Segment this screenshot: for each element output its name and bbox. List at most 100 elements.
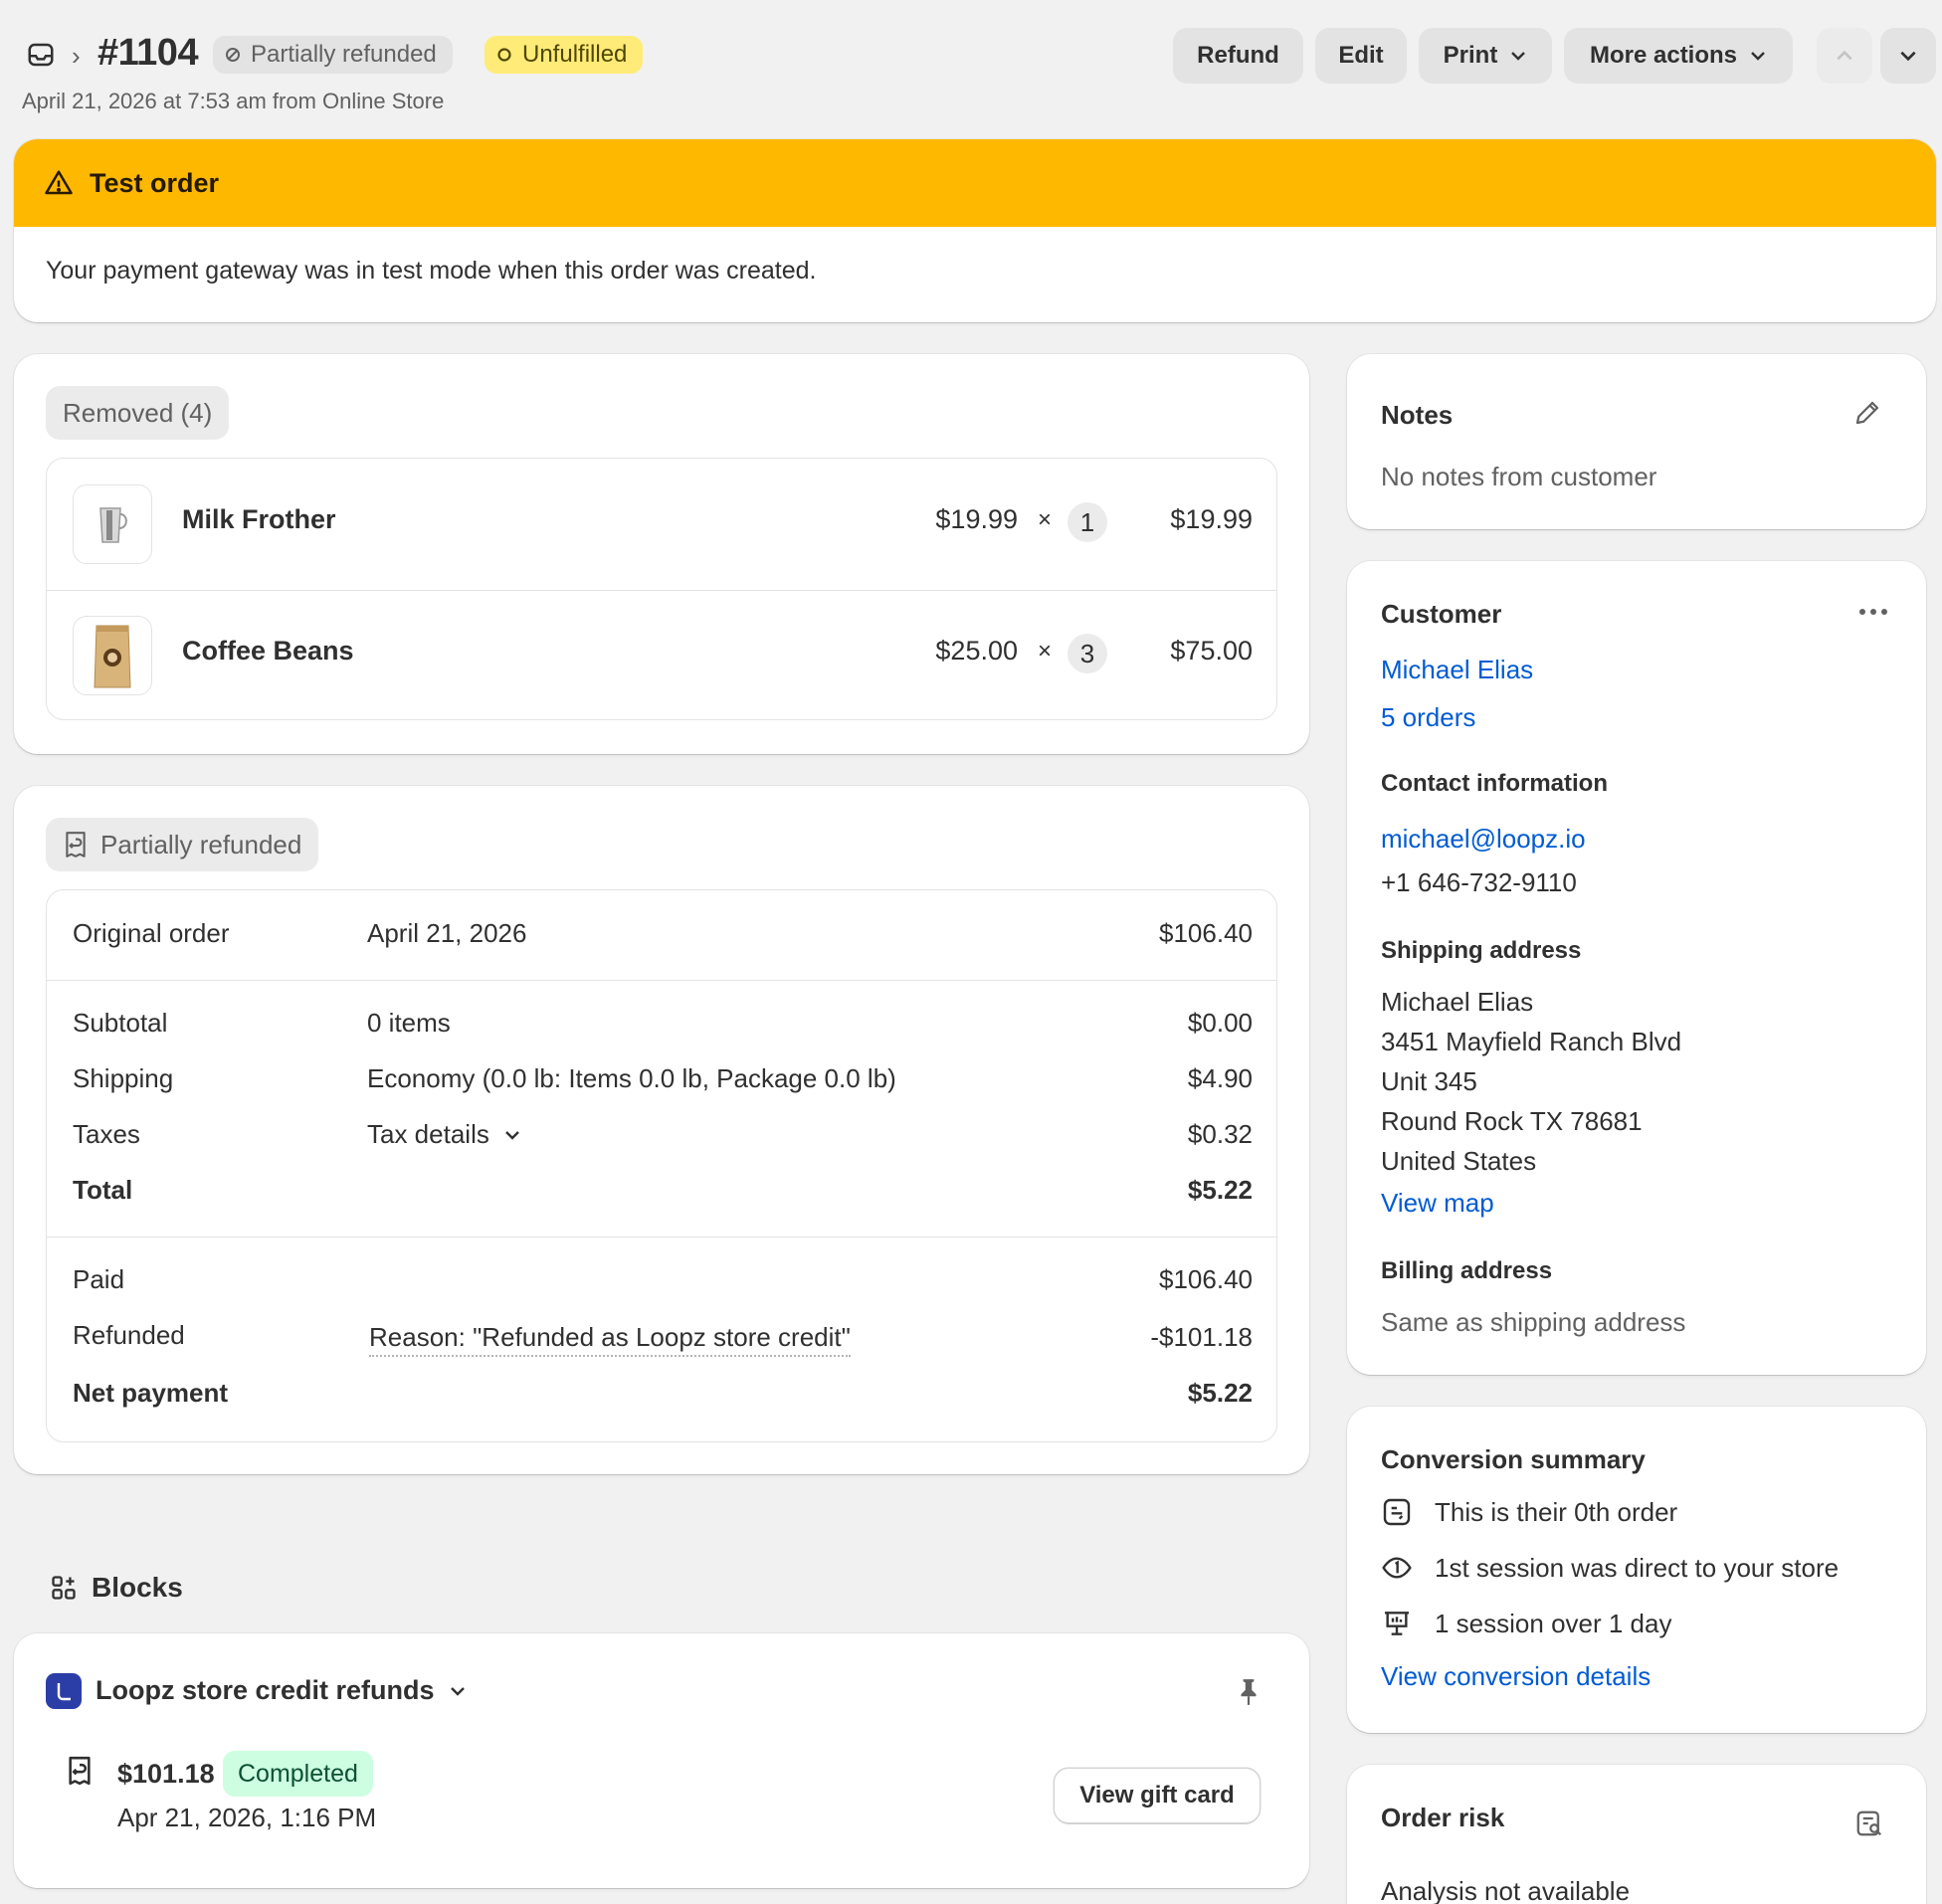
- customer-phone: +1 646-732-9110: [1381, 867, 1577, 897]
- unfulfilled-status-icon: [497, 48, 511, 62]
- row-amount: $5.22: [1187, 1175, 1253, 1205]
- chevron-down-icon: [1900, 51, 1916, 62]
- session-eye-icon: [1382, 1557, 1412, 1579]
- coffee-beans-thumbnail: [73, 616, 152, 695]
- test-order-banner: Test order Your payment gateway was in t…: [14, 139, 1936, 322]
- conversion-row: This is their 0th order: [1381, 1496, 1677, 1528]
- row-label: Refunded: [73, 1320, 185, 1350]
- conversion-text: This is their 0th order: [1435, 1496, 1678, 1527]
- conversion-title: Conversion summary: [1381, 1444, 1646, 1474]
- tax-details-label: Tax details: [367, 1119, 489, 1149]
- payment-table: Original order April 21, 2026 $106.40 Su…: [46, 889, 1277, 1442]
- more-actions-button[interactable]: More actions: [1564, 28, 1793, 84]
- line-item[interactable]: Milk Frother $19.99 × 1 $19.99: [47, 459, 1276, 590]
- blocks-icon: [52, 1576, 76, 1600]
- billing-address-text: Same as shipping address: [1381, 1307, 1686, 1337]
- customer-card: Customer Michael Elias 5 orders Contact …: [1347, 561, 1926, 1375]
- address-line: Round Rock TX 78681: [1381, 1106, 1643, 1136]
- previous-order-button[interactable]: [1817, 28, 1872, 84]
- row-detail: 0 items: [367, 1008, 451, 1038]
- row-amount: $106.40: [1159, 1264, 1253, 1294]
- chevron-up-icon: [1837, 50, 1852, 61]
- divider: [47, 1237, 1276, 1238]
- order-number: #1104: [97, 32, 199, 74]
- notes-card: Notes No notes from customer: [1347, 354, 1926, 529]
- item-price: $25.00: [935, 636, 1018, 666]
- tax-details-toggle[interactable]: Tax details: [367, 1119, 521, 1150]
- customer-email-link[interactable]: michael@loopz.io: [1381, 824, 1586, 855]
- conversion-text: 1 session over 1 day: [1435, 1608, 1672, 1638]
- contact-information-title: Contact information: [1381, 770, 1608, 797]
- app-name-dropdown[interactable]: Loopz store credit refunds: [96, 1675, 467, 1706]
- print-button[interactable]: Print: [1419, 28, 1552, 84]
- edit-button-label: Edit: [1338, 42, 1384, 69]
- row-detail: April 21, 2026: [367, 918, 527, 948]
- edit-button[interactable]: Edit: [1315, 28, 1407, 84]
- line-item[interactable]: Coffee Beans $25.00 × 3 $75.00: [47, 590, 1276, 719]
- removed-items-card: Removed (4) Milk Frother $19.99 × 1 $19.…: [14, 354, 1309, 754]
- row-label: Paid: [73, 1264, 125, 1294]
- order-subtitle: April 21, 2026 at 7:53 am from Online St…: [22, 89, 445, 113]
- conversion-row: 1 session over 1 day: [1381, 1608, 1671, 1639]
- item-quantity: 1: [1068, 502, 1107, 542]
- item-name[interactable]: Milk Frother: [182, 504, 336, 535]
- refund-reason[interactable]: Reason: "Refunded as Loopz store credit": [369, 1322, 851, 1357]
- chevron-down-icon: [1751, 52, 1765, 61]
- edit-notes-icon[interactable]: [1852, 398, 1882, 433]
- address-line: Unit 345: [1381, 1066, 1477, 1096]
- row-amount: $0.32: [1187, 1119, 1253, 1149]
- times-sign: ×: [1037, 638, 1052, 665]
- notes-title: Notes: [1381, 400, 1454, 430]
- customer-name-link[interactable]: Michael Elias: [1381, 655, 1533, 685]
- row-label: Original order: [73, 918, 230, 948]
- more-actions-label: More actions: [1589, 42, 1738, 69]
- shipping-address-title: Shipping address: [1381, 937, 1582, 964]
- banner-header: Test order: [14, 139, 1936, 227]
- row-detail: Economy (0.0 lb: Items 0.0 lb, Package 0…: [367, 1063, 896, 1093]
- view-map-link[interactable]: View map: [1381, 1188, 1494, 1219]
- item-name[interactable]: Coffee Beans: [182, 636, 354, 666]
- row-label: Net payment: [73, 1378, 229, 1408]
- more-options-icon[interactable]: [1856, 597, 1890, 632]
- blocks-title: Blocks: [92, 1572, 183, 1603]
- row-label: Total: [73, 1175, 133, 1205]
- conversion-text: 1st session was direct to your store: [1435, 1552, 1840, 1583]
- view-gift-card-button[interactable]: View gift card: [1055, 1769, 1260, 1822]
- blocks-section-header: Blocks: [50, 1572, 183, 1604]
- chevron-down-icon: [504, 1130, 519, 1140]
- chevron-down-icon: [1511, 52, 1526, 61]
- order-risk-title: Order risk: [1381, 1803, 1505, 1832]
- customer-orders-link[interactable]: 5 orders: [1381, 702, 1475, 733]
- view-conversion-details-link[interactable]: View conversion details: [1381, 1661, 1651, 1692]
- row-amount: $106.40: [1159, 918, 1253, 948]
- payment-status-text: Partially refunded: [100, 829, 302, 859]
- address-line: Michael Elias: [1381, 987, 1534, 1017]
- credit-amount: $101.18: [117, 1759, 215, 1789]
- item-total: $75.00: [1170, 636, 1253, 666]
- removed-label: Removed (4): [63, 397, 213, 428]
- credit-date: Apr 21, 2026, 1:16 PM: [117, 1803, 377, 1832]
- customer-title: Customer: [1381, 599, 1502, 629]
- app-name-label: Loopz store credit refunds: [96, 1675, 435, 1705]
- row-label: Subtotal: [73, 1008, 168, 1038]
- row-label: Shipping: [73, 1063, 174, 1093]
- risk-analysis-icon[interactable]: [1854, 1809, 1884, 1843]
- next-order-button[interactable]: [1880, 28, 1936, 84]
- row-amount: $5.22: [1187, 1378, 1253, 1408]
- customer-orders-icon: [1383, 1498, 1411, 1526]
- loopz-block-card: Loopz store credit refunds $101.18 Compl…: [14, 1633, 1309, 1888]
- row-amount: $0.00: [1187, 1008, 1253, 1038]
- notes-text: No notes from customer: [1381, 462, 1657, 491]
- orders-inbox-icon[interactable]: [26, 40, 58, 72]
- removed-items-list: Milk Frother $19.99 × 1 $19.99 Coffee Be…: [46, 458, 1277, 720]
- removed-badge: Removed (4): [46, 386, 230, 440]
- billing-address-title: Billing address: [1381, 1257, 1553, 1284]
- loopz-app-logo: [46, 1673, 82, 1709]
- presentation-icon: [1385, 1612, 1409, 1635]
- item-total: $19.99: [1170, 504, 1253, 534]
- breadcrumb-chevron-icon: ›: [72, 41, 81, 71]
- refund-button[interactable]: Refund: [1173, 28, 1303, 84]
- pin-icon[interactable]: [1236, 1677, 1262, 1712]
- payment-status-label: Partially refunded: [251, 41, 437, 68]
- item-price: $19.99: [935, 504, 1018, 534]
